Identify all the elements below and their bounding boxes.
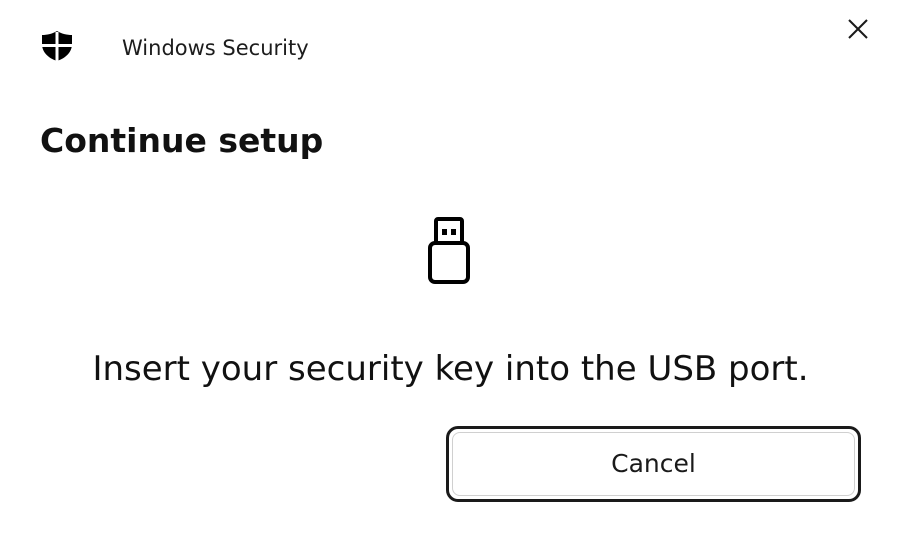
instruction-message: Insert your security key into the USB po… [92, 349, 809, 389]
close-icon [847, 18, 869, 44]
title-bar: Windows Security [0, 0, 901, 96]
page-title: Continue setup [40, 121, 324, 160]
shield-icon [40, 30, 74, 62]
close-button[interactable] [834, 7, 882, 55]
app-title: Windows Security [122, 36, 309, 60]
cancel-button[interactable]: Cancel [446, 426, 861, 502]
security-key-dialog: Windows Security Continue setup Insert y… [0, 0, 901, 539]
cancel-button-label: Cancel [611, 449, 696, 478]
usb-key-icon [425, 215, 473, 287]
